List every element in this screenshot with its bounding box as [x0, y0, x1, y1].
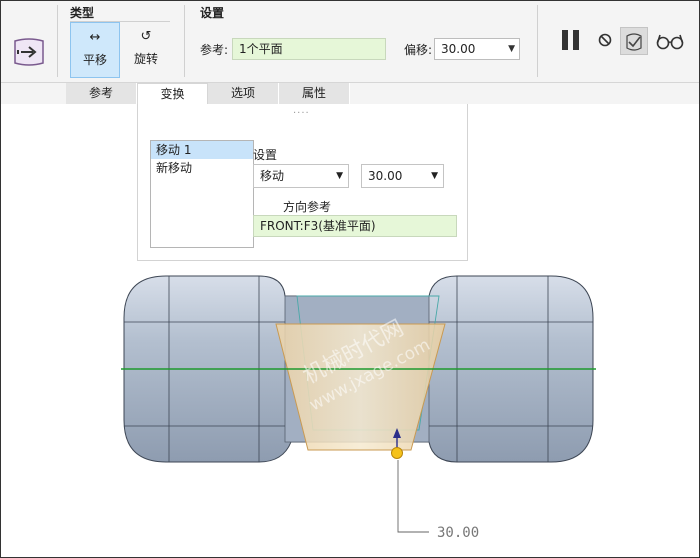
pause-icon[interactable]: [559, 28, 583, 52]
tab-references[interactable]: 参考: [66, 83, 137, 104]
verify-preview-button[interactable]: [620, 27, 648, 55]
translate-arrows-icon: ↔: [89, 30, 101, 45]
drag-handle[interactable]: [391, 447, 403, 459]
chevron-down-icon: ▼: [431, 171, 438, 181]
tab-options[interactable]: 选项: [208, 83, 279, 104]
translate-button[interactable]: ↔ 平移: [70, 22, 120, 78]
chevron-down-icon: ▼: [508, 44, 515, 54]
settings-group-title: 设置: [200, 6, 225, 20]
panel-grip[interactable]: ····: [293, 108, 310, 119]
tab-properties[interactable]: 属性: [279, 83, 350, 104]
glasses-icon[interactable]: [655, 31, 685, 51]
transform-panel: ···· 移动 1 新移动 设置 移动 ▼ 30.00 ▼ 方向参考 FRONT…: [137, 104, 468, 261]
new-move-item[interactable]: 新移动: [151, 159, 253, 177]
tab-transform[interactable]: 变换: [137, 83, 208, 104]
offset-label: 偏移:: [404, 43, 433, 57]
direction-reference-field[interactable]: FRONT:F3(基准平面): [253, 215, 457, 237]
settings-label: 设置: [253, 148, 278, 162]
move-feature-icon[interactable]: [11, 37, 47, 67]
move-list[interactable]: 移动 1 新移动: [150, 140, 254, 248]
check-preview-icon: [626, 33, 642, 51]
chevron-down-icon: ▼: [336, 171, 343, 181]
dashboard-tabs: 参考 变换 选项 属性: [1, 83, 699, 104]
rotate-icon: ↺: [140, 29, 152, 44]
offset-dropdown[interactable]: 30.00 ▼: [434, 38, 520, 60]
reference-field[interactable]: 1个平面: [232, 38, 386, 60]
no-icon[interactable]: [597, 32, 613, 48]
translate-button-label: 平移: [82, 53, 107, 67]
distance-value: 30.00: [368, 169, 403, 183]
type-group-title: 类型: [70, 6, 95, 20]
direction-reference-label: 方向参考: [283, 200, 332, 214]
rotate-button[interactable]: ↺ 旋转: [121, 22, 171, 78]
graphics-viewport[interactable]: 30.00 机械时代网 www.jxage.com: [1, 262, 699, 557]
dimension-value[interactable]: 30.00: [437, 525, 479, 541]
offset-value: 30.00: [441, 42, 476, 56]
reference-label: 参考:: [200, 43, 229, 57]
rotate-button-label: 旋转: [133, 52, 158, 66]
move-mode-value: 移动: [260, 169, 285, 183]
move-mode-dropdown[interactable]: 移动 ▼: [253, 164, 349, 188]
dimension-leader: [397, 460, 429, 533]
distance-dropdown[interactable]: 30.00 ▼: [361, 164, 444, 188]
feature-ribbon: 类型 ↔ 平移 ↺ 旋转 设置 参考: 1个平面 偏移: 30.00 ▼: [1, 1, 699, 83]
move-list-item[interactable]: 移动 1: [151, 141, 253, 159]
